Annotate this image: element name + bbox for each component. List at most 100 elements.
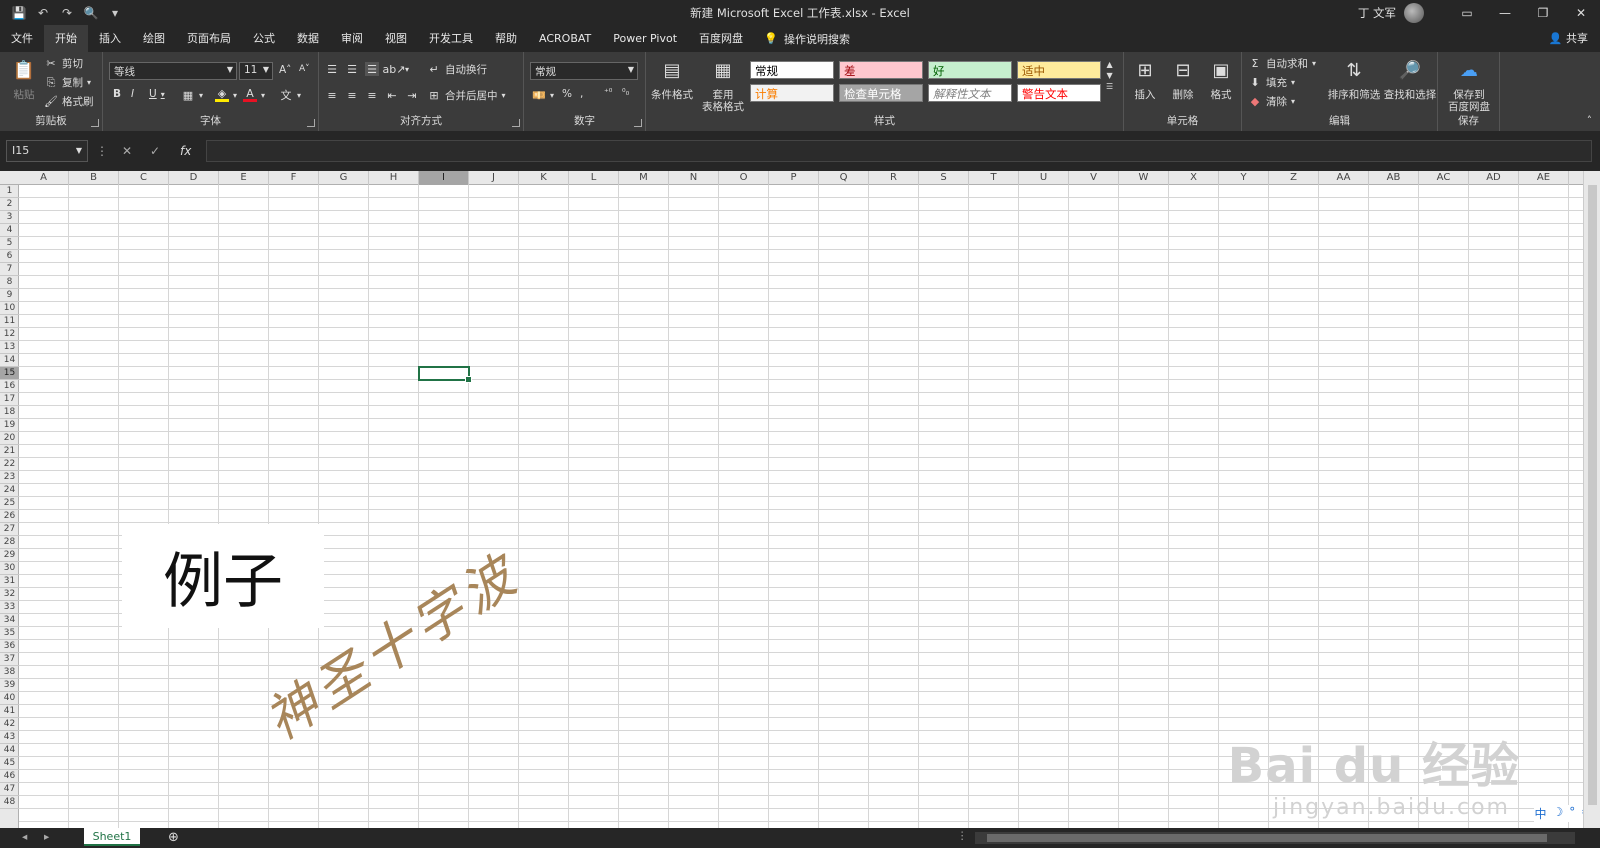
- paste-button[interactable]: 📋 粘贴: [6, 56, 42, 102]
- align-top-icon[interactable]: ☰: [325, 62, 339, 76]
- chevron-down-icon[interactable]: ▼: [1107, 71, 1113, 80]
- column-header[interactable]: V: [1069, 171, 1119, 185]
- row-header[interactable]: 12: [0, 328, 19, 341]
- row-header[interactable]: 19: [0, 419, 19, 432]
- column-header[interactable]: B: [69, 171, 119, 185]
- row-header[interactable]: 26: [0, 510, 19, 523]
- next-sheet-icon[interactable]: ▸: [44, 831, 49, 843]
- row-header[interactable]: 45: [0, 757, 19, 770]
- ime-punct-icon[interactable]: °: [1569, 805, 1575, 822]
- font-size-select[interactable]: 11 ▼: [239, 62, 273, 80]
- row-header[interactable]: 15: [0, 367, 19, 380]
- bold-button[interactable]: B: [113, 88, 121, 100]
- column-header[interactable]: L: [569, 171, 619, 185]
- column-header[interactable]: P: [769, 171, 819, 185]
- tab-draw[interactable]: 绘图: [132, 25, 176, 52]
- alignment-launcher-icon[interactable]: [512, 119, 520, 127]
- decrease-decimal-button[interactable]: ⁰₀: [622, 88, 629, 98]
- row-header[interactable]: 1: [0, 185, 19, 198]
- row-header[interactable]: 32: [0, 588, 19, 601]
- autosum-button[interactable]: Σ 自动求和 ▾: [1248, 56, 1317, 71]
- row-header[interactable]: 40: [0, 692, 19, 705]
- fill-button[interactable]: ⬇ 填充 ▾: [1248, 75, 1295, 90]
- font-launcher-icon[interactable]: [307, 119, 315, 127]
- column-header[interactable]: I: [419, 171, 469, 185]
- row-header[interactable]: 35: [0, 627, 19, 640]
- styles-scroll[interactable]: ▲ ▼ ☰: [1106, 60, 1113, 91]
- row-header[interactable]: 13: [0, 341, 19, 354]
- wrap-text-button[interactable]: ↵ 自动换行: [427, 62, 487, 77]
- print-preview-icon[interactable]: 🔍: [80, 3, 102, 23]
- more-icon[interactable]: ☰: [1106, 82, 1113, 91]
- vertical-scrollbar[interactable]: [1583, 171, 1600, 828]
- user-name[interactable]: 丁 文军: [1358, 5, 1396, 21]
- column-header[interactable]: J: [469, 171, 519, 185]
- vertical-scroll-thumb[interactable]: [1588, 185, 1597, 805]
- tab-view[interactable]: 视图: [374, 25, 418, 52]
- row-header[interactable]: 10: [0, 302, 19, 315]
- orientation-button[interactable]: ab↗ ▾: [383, 62, 409, 76]
- column-header[interactable]: AC: [1419, 171, 1469, 185]
- undo-icon[interactable]: ↶: [32, 3, 54, 23]
- increase-font-button[interactable]: A˄: [279, 64, 291, 76]
- row-header[interactable]: 42: [0, 718, 19, 731]
- column-header[interactable]: AD: [1469, 171, 1519, 185]
- row-header[interactable]: 46: [0, 770, 19, 783]
- phonetic-button[interactable]: 文 ▾: [279, 88, 302, 102]
- row-header[interactable]: 31: [0, 575, 19, 588]
- row-header[interactable]: 44: [0, 744, 19, 757]
- style-good[interactable]: 好: [928, 61, 1012, 79]
- chevron-up-icon[interactable]: ▲: [1107, 60, 1113, 69]
- row-header[interactable]: 6: [0, 250, 19, 263]
- font-name-select[interactable]: 等线 ▼: [109, 62, 237, 80]
- merge-center-button[interactable]: ⊞ 合并后居中 ▾: [427, 88, 505, 103]
- decrease-indent-icon[interactable]: ⇤: [385, 88, 399, 102]
- tab-home[interactable]: 开始: [44, 25, 88, 52]
- sort-filter-button[interactable]: ⇅ 排序和筛选: [1326, 56, 1382, 102]
- ime-moon-icon[interactable]: ☽: [1552, 805, 1563, 822]
- avatar[interactable]: [1404, 2, 1424, 23]
- horizontal-scroll-thumb[interactable]: [987, 834, 1547, 842]
- row-header[interactable]: 11: [0, 315, 19, 328]
- enter-icon[interactable]: ✓: [150, 144, 160, 158]
- tab-developer[interactable]: 开发工具: [418, 25, 484, 52]
- row-header[interactable]: 33: [0, 601, 19, 614]
- format-as-table-button[interactable]: ▦ 套用 表格格式: [698, 56, 748, 114]
- delete-cells-button[interactable]: ⊟ 删除: [1166, 56, 1200, 102]
- underline-button[interactable]: U ▾: [149, 88, 165, 100]
- format-painter-button[interactable]: 🖌 格式刷: [44, 94, 93, 109]
- row-header[interactable]: 36: [0, 640, 19, 653]
- vertical-align-buttons[interactable]: ☰ ☰ ☰: [325, 62, 379, 76]
- share-button[interactable]: 👤 共享: [1549, 25, 1588, 52]
- row-header[interactable]: 9: [0, 289, 19, 302]
- row-header[interactable]: 3: [0, 211, 19, 224]
- column-header[interactable]: D: [169, 171, 219, 185]
- align-center-icon[interactable]: ≡: [345, 88, 359, 102]
- cut-button[interactable]: ✂ 剪切: [44, 56, 83, 71]
- column-header[interactable]: T: [969, 171, 1019, 185]
- row-header[interactable]: 41: [0, 705, 19, 718]
- style-normal[interactable]: 常规: [750, 61, 834, 79]
- row-header[interactable]: 27: [0, 523, 19, 536]
- row-header[interactable]: 30: [0, 562, 19, 575]
- column-header[interactable]: A: [19, 171, 69, 185]
- style-warning[interactable]: 警告文本: [1017, 84, 1101, 102]
- row-header[interactable]: 37: [0, 653, 19, 666]
- align-left-icon[interactable]: ≡: [325, 88, 339, 102]
- tab-help[interactable]: 帮助: [484, 25, 528, 52]
- tab-data[interactable]: 数据: [286, 25, 330, 52]
- insert-function-icon[interactable]: fx: [180, 144, 191, 158]
- column-header[interactable]: C: [119, 171, 169, 185]
- tab-formulas[interactable]: 公式: [242, 25, 286, 52]
- column-header[interactable]: S: [919, 171, 969, 185]
- italic-button[interactable]: I: [131, 88, 134, 100]
- format-cells-button[interactable]: ▣ 格式: [1204, 56, 1238, 102]
- ime-chinese-icon[interactable]: 中: [1534, 805, 1546, 822]
- row-header[interactable]: 17: [0, 393, 19, 406]
- style-calculation[interactable]: 计算: [750, 84, 834, 102]
- find-select-button[interactable]: 🔎 查找和选择: [1382, 56, 1438, 102]
- percent-button[interactable]: %: [562, 88, 572, 100]
- column-header[interactable]: H: [369, 171, 419, 185]
- formula-input[interactable]: [206, 140, 1592, 162]
- more-options-icon[interactable]: ⋮: [96, 144, 108, 158]
